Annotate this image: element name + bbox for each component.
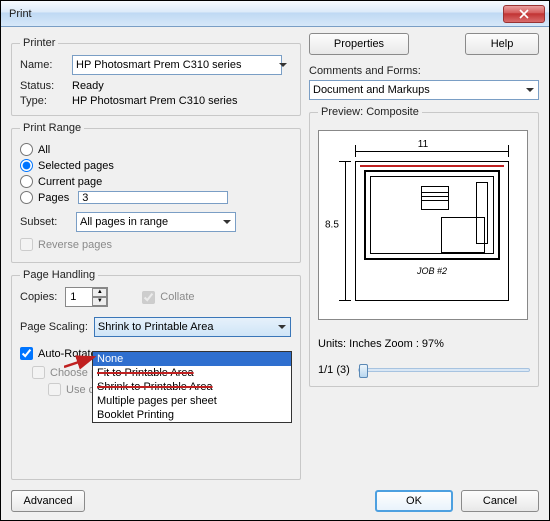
radio-current[interactable]: Current page — [20, 175, 292, 188]
opt-booklet[interactable]: Booklet Printing — [93, 408, 291, 422]
dim-width: 11 — [418, 139, 428, 150]
subset-select[interactable]: All pages in range — [76, 212, 236, 232]
preview-frame: 11 8.5 — [318, 130, 528, 320]
name-label: Name: — [20, 59, 62, 71]
status-label: Status: — [20, 80, 62, 92]
properties-button[interactable]: Properties — [309, 33, 409, 55]
printer-legend: Printer — [20, 37, 58, 49]
titlebar[interactable]: Print — [1, 1, 549, 27]
print-range-group: Print Range All Selected pages Current p… — [11, 122, 301, 263]
scaling-select[interactable]: Shrink to Printable Area — [94, 317, 291, 337]
subset-label: Subset: — [20, 216, 68, 228]
type-label: Type: — [20, 95, 62, 107]
pages-input[interactable] — [78, 191, 228, 204]
comments-label: Comments and Forms: — [309, 65, 539, 77]
printer-group: Printer Name: HP Photosmart Prem C310 se… — [11, 37, 301, 116]
scaling-label: Page Scaling: — [20, 321, 88, 333]
status-value: Ready — [72, 80, 104, 92]
advanced-button[interactable]: Advanced — [11, 490, 85, 512]
radio-selected[interactable]: Selected pages — [20, 159, 292, 172]
close-icon — [519, 9, 529, 19]
opt-shrink[interactable]: Shrink to Printable Area — [93, 380, 291, 394]
copies-input[interactable] — [66, 288, 92, 306]
page-info: 1/1 (3) — [318, 364, 350, 376]
spin-down[interactable]: ▼ — [92, 297, 107, 306]
dim-height: 8.5 — [325, 220, 339, 231]
page-slider[interactable] — [358, 368, 530, 372]
printer-name-select[interactable]: HP Photosmart Prem C310 series — [72, 55, 282, 75]
radio-pages[interactable]: Pages — [20, 191, 292, 204]
close-button[interactable] — [503, 5, 545, 23]
spin-up[interactable]: ▲ — [92, 288, 107, 297]
comments-select[interactable]: Document and Markups — [309, 80, 539, 100]
preview-legend: Preview: Composite — [318, 106, 422, 118]
copies-label: Copies: — [20, 291, 57, 303]
copies-spinner[interactable]: ▲▼ — [65, 287, 108, 307]
job-label: JOB #2 — [364, 266, 500, 276]
scaling-dropdown-list[interactable]: None Fit to Printable Area Shrink to Pri… — [92, 351, 292, 423]
print-dialog: Print Printer Name: HP Photosmart Prem C… — [0, 0, 550, 521]
ok-button[interactable]: OK — [375, 490, 453, 512]
type-value: HP Photosmart Prem C310 series — [72, 95, 237, 107]
floorplan-preview — [364, 170, 500, 260]
radio-all[interactable]: All — [20, 143, 292, 156]
opt-fit[interactable]: Fit to Printable Area — [93, 366, 291, 380]
cancel-button[interactable]: Cancel — [461, 490, 539, 512]
units-zoom: Units: Inches Zoom : 97% — [318, 338, 530, 350]
dialog-title: Print — [9, 8, 503, 20]
opt-none[interactable]: None — [93, 352, 291, 366]
collate-check[interactable]: Collate — [142, 291, 194, 304]
print-range-legend: Print Range — [20, 122, 84, 134]
reverse-check[interactable]: Reverse pages — [20, 238, 292, 251]
page-handling-legend: Page Handling — [20, 269, 98, 281]
preview-group: Preview: Composite 11 8.5 — [309, 106, 539, 387]
opt-multiple[interactable]: Multiple pages per sheet — [93, 394, 291, 408]
help-button[interactable]: Help — [465, 33, 539, 55]
